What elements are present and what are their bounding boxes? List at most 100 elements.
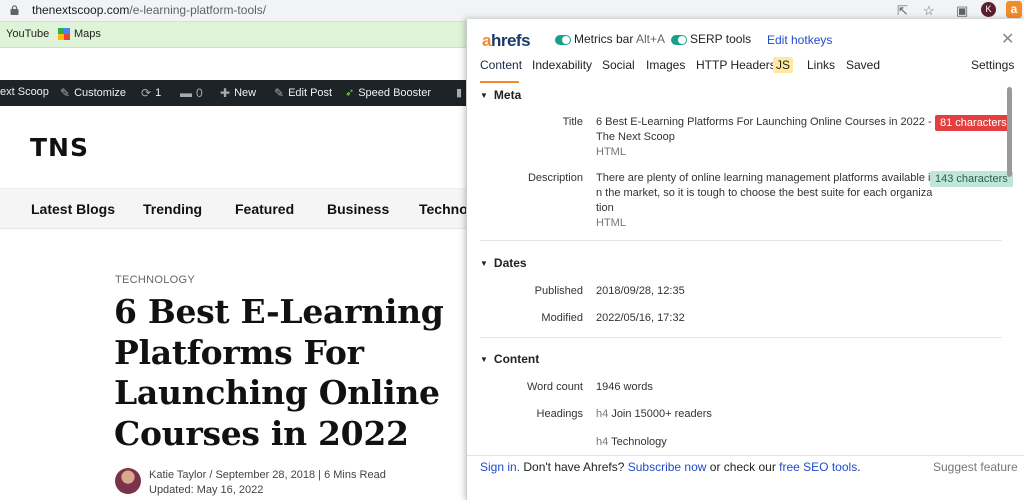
yoast-icon[interactable]: ▮	[456, 86, 462, 99]
heading-text: Join 15000+ readers	[611, 408, 712, 420]
heading-item: h4 Join 15000+ readers	[596, 407, 712, 422]
ahrefs-extension-icon[interactable]: a	[1006, 1, 1022, 18]
tab-saved[interactable]: Saved	[846, 58, 880, 72]
panel-scrollbar[interactable]	[1007, 87, 1012, 177]
bookmark-maps[interactable]: Maps	[58, 28, 101, 40]
wp-speed-booster[interactable]: ➶ Speed Booster	[345, 86, 431, 100]
heading-tag: h4	[596, 408, 609, 420]
meta-description-line: There are plenty of online learning mana…	[596, 172, 931, 184]
star-icon[interactable]: ☆	[923, 3, 935, 19]
wp-comments[interactable]: ▬ 0	[180, 86, 203, 100]
settings-link[interactable]: Settings	[971, 58, 1014, 72]
word-count-label: Word count	[526, 381, 583, 393]
meta-title-line: The Next Scoop	[596, 131, 675, 143]
tab-http-headers[interactable]: HTTP Headers	[696, 58, 776, 72]
logo-rest: hrefs	[490, 31, 531, 50]
tab-images[interactable]: Images	[646, 58, 685, 72]
wp-edit-post[interactable]: ✎ Edit Post	[274, 86, 332, 100]
wp-updates[interactable]: ⟳ 1	[141, 86, 161, 100]
nav-featured[interactable]: Featured	[235, 201, 294, 217]
caret-down-icon: ▼	[480, 259, 488, 268]
meta-description-label: Description	[527, 172, 583, 184]
tab-js-label: JS	[773, 57, 794, 73]
logo-a: a	[482, 31, 491, 50]
serp-tools-label: SERP tools	[690, 32, 752, 46]
suggest-feature-link[interactable]: Suggest feature	[933, 460, 1018, 474]
serp-tools-toggle[interactable]	[671, 35, 687, 45]
rocket-icon: ➶	[345, 87, 355, 99]
heading-tag: h4	[596, 436, 609, 448]
wp-site-name[interactable]: ext Scoop	[0, 86, 49, 98]
description-length-badge: 143 characters	[930, 171, 1013, 187]
plus-icon: ✚	[220, 86, 231, 100]
caret-down-icon: ▼	[480, 91, 488, 100]
profile-avatar[interactable]: K	[981, 2, 996, 17]
site-nav: Latest Blogs Trending Featured Business …	[0, 188, 472, 229]
meta-description-line: n the market, so it is tough to choose t…	[596, 187, 933, 199]
refresh-icon: ⟳	[141, 86, 152, 100]
lock-icon	[10, 5, 19, 15]
meta-description-value: There are plenty of online learning mana…	[596, 171, 932, 231]
section-divider	[480, 337, 1002, 338]
bookmark-label: Maps	[74, 28, 101, 40]
byline-updated: Updated: May 16, 2022	[149, 484, 264, 496]
post-byline: Katie Taylor / September 28, 2018 | 6 Mi…	[149, 468, 386, 498]
tab-links[interactable]: Links	[807, 58, 835, 72]
ahrefs-logo[interactable]: ahrefs	[482, 31, 531, 51]
free-seo-tools-link[interactable]: free SEO tools	[779, 460, 857, 474]
meta-title-line: 6 Best E-Learning Platforms For Launchin…	[596, 116, 932, 128]
published-label: Published	[534, 285, 583, 297]
headings-label: Headings	[536, 408, 583, 420]
section-dates-header[interactable]: ▼ Dates	[480, 256, 527, 270]
section-divider	[480, 240, 1002, 241]
share-icon[interactable]: ⇱	[897, 3, 908, 19]
metrics-hotkey: Alt+A	[636, 32, 666, 46]
nav-technology[interactable]: Technol	[419, 201, 472, 217]
wp-comments-count: 0	[196, 86, 203, 100]
modified-label: Modified	[541, 312, 583, 324]
heading-text: Technology	[611, 436, 667, 448]
edit-hotkeys-link[interactable]: Edit hotkeys	[767, 33, 832, 47]
bookmark-youtube[interactable]: YouTube	[6, 28, 49, 40]
wp-new-label: New	[234, 87, 257, 99]
comment-icon: ▬	[180, 86, 192, 100]
bookmark-label: YouTube	[6, 28, 50, 40]
tab-social[interactable]: Social	[602, 58, 635, 72]
meta-title-value: 6 Best E-Learning Platforms For Launchin…	[596, 115, 932, 160]
wp-new[interactable]: ✚ New	[220, 86, 256, 100]
maps-icon	[58, 28, 70, 40]
close-icon[interactable]: ✕	[1001, 29, 1014, 49]
wp-customize-label: Customize	[74, 87, 127, 99]
wp-customize[interactable]: ✎ Customize	[60, 86, 126, 100]
metrics-label-text: Metrics bar	[574, 32, 634, 46]
section-meta-header[interactable]: ▼ Meta	[480, 88, 521, 102]
caret-down-icon: ▼	[480, 355, 488, 364]
wp-admin-bar: ext Scoop ✎ Customize ⟳ 1 ▬ 0 ✚ New ✎ Edit Po…	[0, 80, 470, 106]
post-category[interactable]: TECHNOLOGY	[115, 274, 195, 286]
nav-trending[interactable]: Trending	[143, 201, 202, 217]
panel-body: ▼ Meta Title 6 Best E-Learning Platforms …	[467, 87, 1024, 455]
url-text[interactable]: thenextscoop.com/e-learning-platform-too…	[32, 3, 266, 17]
extension-icon[interactable]: ▣	[956, 3, 968, 19]
author-avatar	[115, 468, 141, 494]
wp-updates-count: 1	[155, 87, 162, 99]
nav-business[interactable]: Business	[327, 201, 389, 217]
panel-header: ahrefs Metrics bar Alt+A SERP tools Edit…	[467, 19, 1024, 87]
pencil-icon: ✎	[274, 86, 285, 100]
metrics-bar-toggle[interactable]	[555, 35, 571, 45]
nav-latest-blogs[interactable]: Latest Blogs	[31, 201, 115, 217]
footer-text: Don't have Ahrefs?	[520, 460, 628, 474]
meta-description-type: HTML	[596, 217, 626, 229]
tab-js[interactable]: JS	[773, 57, 794, 73]
subscribe-link[interactable]: Subscribe now	[628, 460, 707, 474]
sign-in-link[interactable]: Sign in.	[480, 460, 520, 474]
footer-message: Sign in. Don't have Ahrefs? Subscribe no…	[480, 460, 861, 474]
footer-text: .	[857, 460, 861, 474]
site-logo[interactable]: TNS	[30, 133, 89, 162]
wp-edit-post-label: Edit Post	[288, 87, 333, 99]
section-meta-title: Meta	[493, 88, 522, 102]
section-content-title: Content	[493, 352, 540, 366]
tab-content[interactable]: Content	[480, 58, 522, 72]
section-content-header[interactable]: ▼ Content	[480, 352, 539, 366]
tab-indexability[interactable]: Indexability	[532, 58, 592, 72]
